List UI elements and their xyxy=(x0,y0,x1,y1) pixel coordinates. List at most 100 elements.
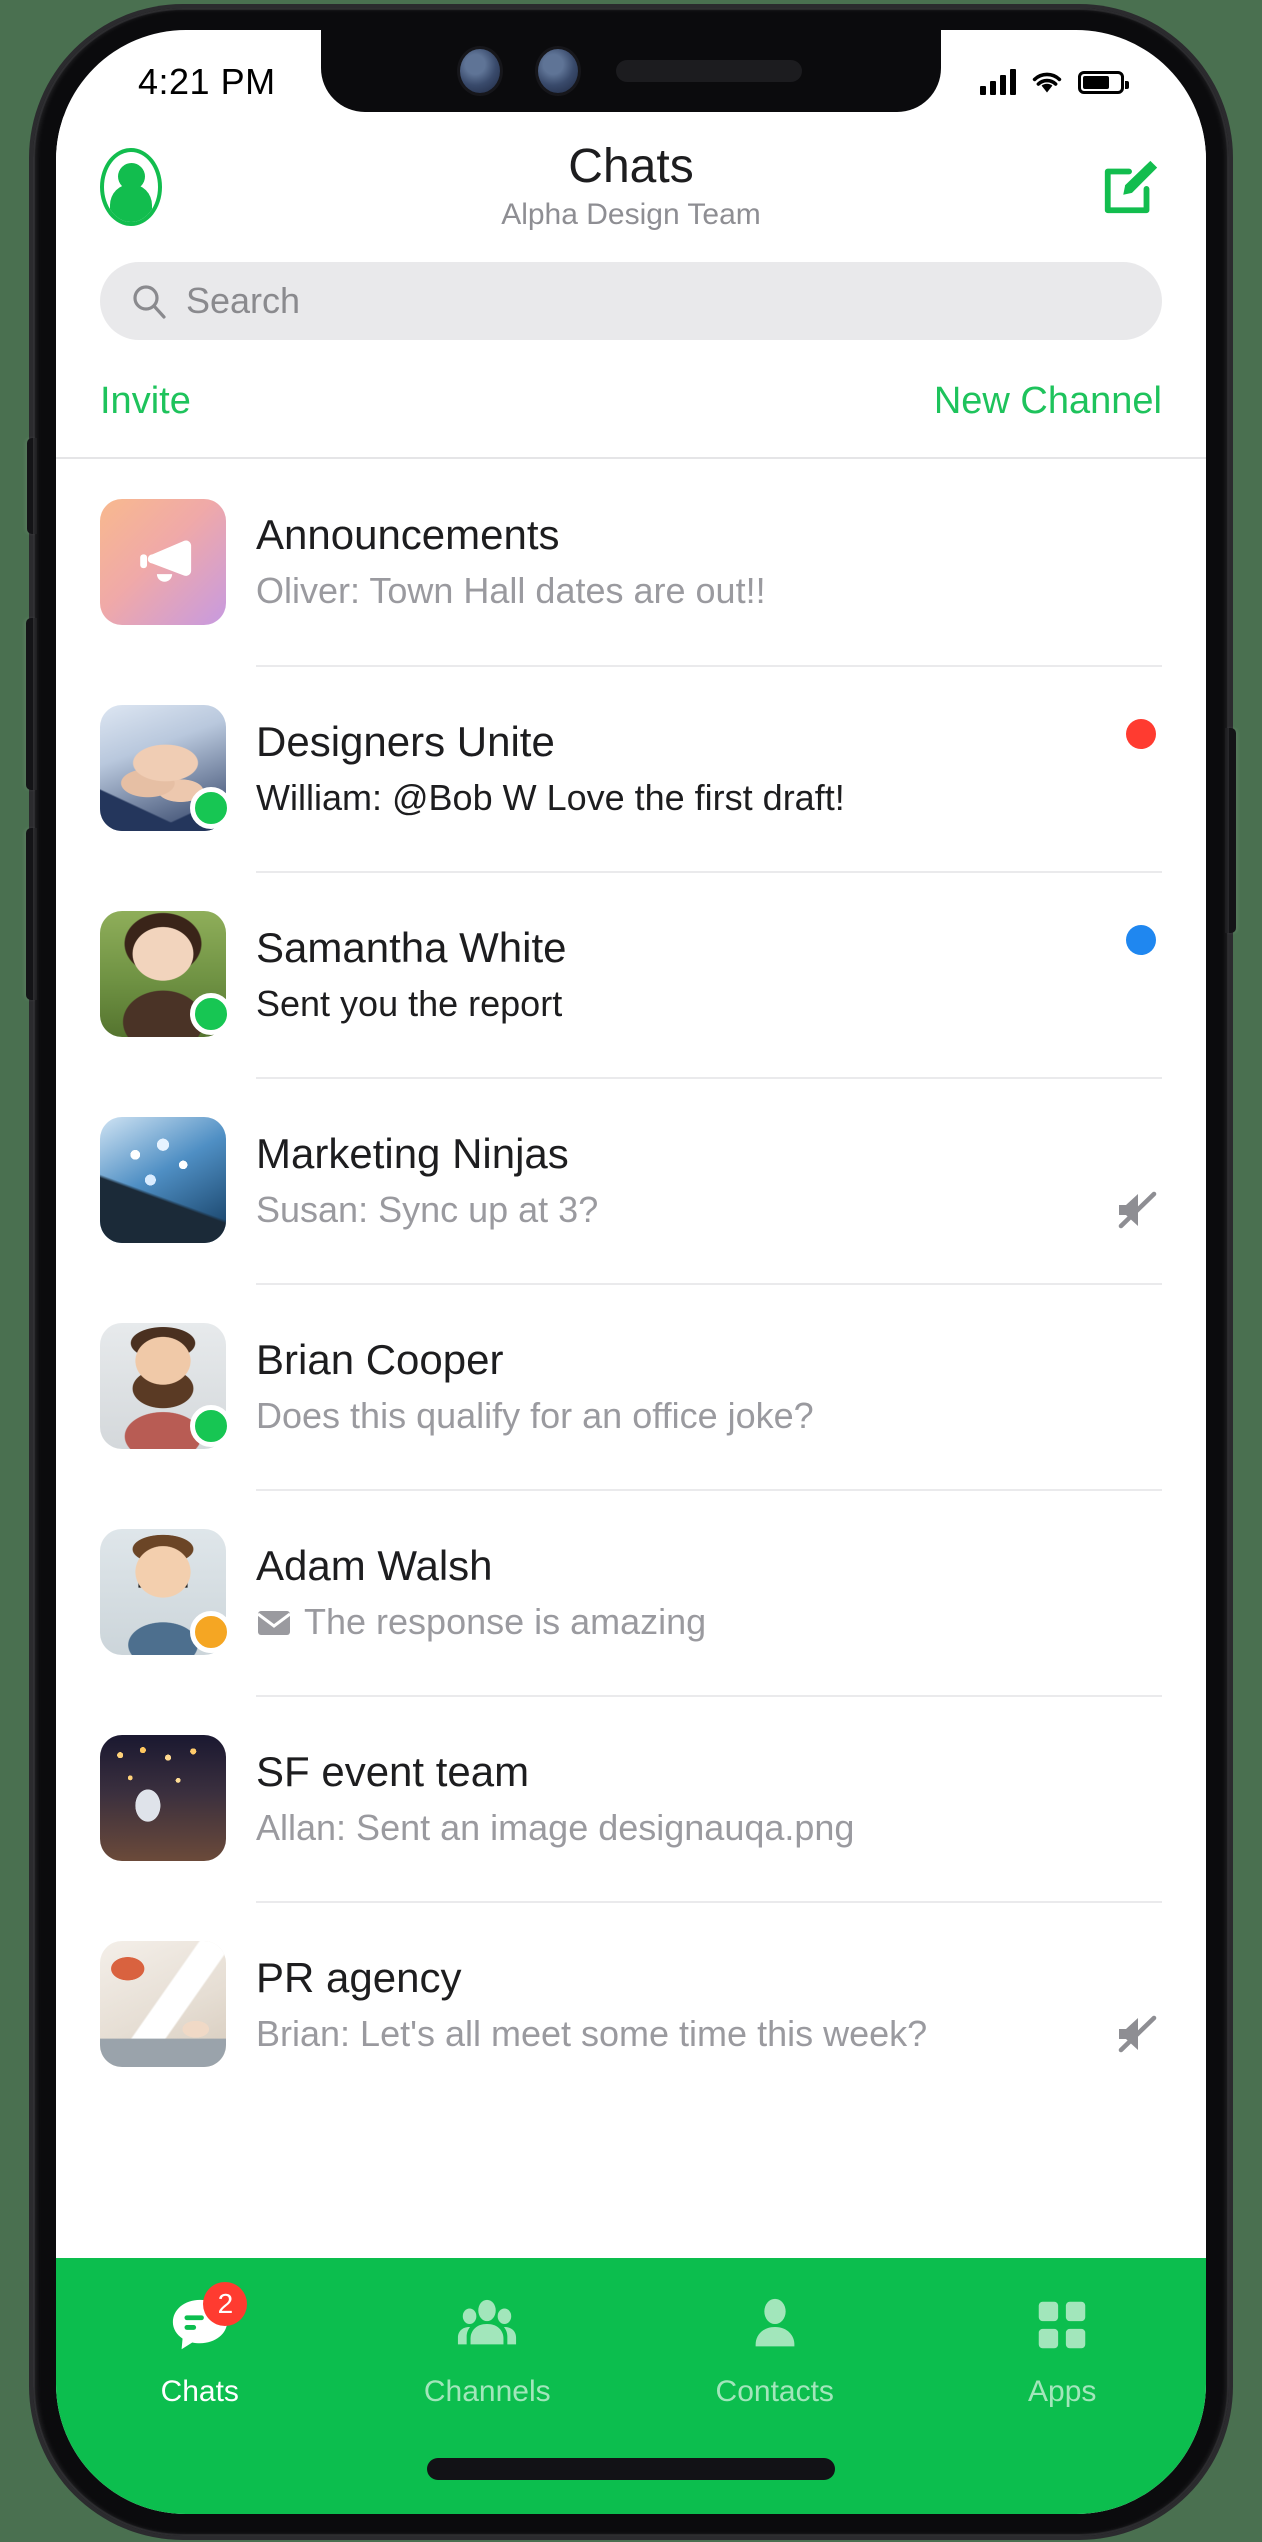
profile-avatar-icon[interactable] xyxy=(100,148,162,226)
chat-list-item[interactable]: Adam Walsh The response is amazing xyxy=(56,1489,1206,1695)
new-channel-button[interactable]: New Channel xyxy=(934,380,1162,423)
presence-dot-online xyxy=(190,993,232,1035)
phone-frame: 4:21 PM Chats Alpha Design Team Search I… xyxy=(26,8,1236,2536)
tab-label: Contacts xyxy=(715,2375,834,2408)
status-badge xyxy=(1126,719,1156,749)
mute-indicator xyxy=(1112,1186,1160,1239)
status-time: 4:21 PM xyxy=(138,61,276,102)
presence-dot-online xyxy=(190,787,232,829)
chat-item-name: Samantha White xyxy=(256,923,567,971)
chat-item-body: Brian Cooper Does this qualify for an off… xyxy=(256,1283,1162,1489)
status-icons xyxy=(980,69,1129,95)
chat-item-preview-row: Brian: Let's all meet some time this wee… xyxy=(256,2013,1162,2055)
sf-event-photo xyxy=(100,1735,226,1861)
avatar[interactable] xyxy=(100,1117,226,1243)
chat-list-item[interactable]: Announcements Oliver: Town Hall dates are… xyxy=(56,459,1206,665)
chat-item-body: Adam Walsh The response is amazing xyxy=(256,1489,1162,1695)
megaphone-icon xyxy=(100,499,226,625)
avatar[interactable] xyxy=(100,1735,226,1861)
tab-icon-wrap xyxy=(744,2294,806,2361)
app-header: Chats Alpha Design Team xyxy=(56,116,1206,258)
pr-agency-photo xyxy=(100,1941,226,2067)
chat-item-preview: Allan: Sent an image designauqa.png xyxy=(256,1807,855,1849)
chat-item-preview-row: The response is amazing xyxy=(256,1601,1162,1643)
tab-icon-wrap xyxy=(1031,2294,1093,2361)
mute-switch-button[interactable] xyxy=(27,438,37,534)
volume-up-button[interactable] xyxy=(26,618,37,790)
tab-contacts[interactable]: Contacts xyxy=(631,2294,919,2409)
chat-item-preview-row: Oliver: Town Hall dates are out!! xyxy=(256,570,1162,612)
chat-item-preview: Does this qualify for an office joke? xyxy=(256,1395,814,1437)
chat-list-item[interactable]: Samantha White Sent you the report xyxy=(56,871,1206,1077)
person-icon xyxy=(755,2298,795,2347)
avatar[interactable] xyxy=(100,1941,226,2067)
chat-item-preview-row: Does this qualify for an office joke? xyxy=(256,1395,1162,1437)
chat-item-preview-row: Allan: Sent an image designauqa.png xyxy=(256,1807,1162,1849)
chat-item-preview-row: Susan: Sync up at 3? xyxy=(256,1189,1162,1231)
tab-channels[interactable]: Channels xyxy=(344,2294,632,2409)
phone-screen: 4:21 PM Chats Alpha Design Team Search I… xyxy=(56,30,1206,2514)
mute-indicator xyxy=(1112,2010,1160,2063)
people-group-icon xyxy=(458,2299,517,2345)
avatar[interactable] xyxy=(100,1529,232,1655)
chat-item-name: Designers Unite xyxy=(256,717,555,765)
chat-item-preview: Sent you the report xyxy=(256,983,563,1025)
megaphone-icon xyxy=(140,540,192,582)
volume-down-button[interactable] xyxy=(26,828,37,1000)
mute-icon xyxy=(1118,2015,1157,2053)
chat-list[interactable]: Announcements Oliver: Town Hall dates are… xyxy=(56,459,1206,2107)
search-row: Search xyxy=(56,258,1206,340)
chat-item-preview: The response is amazing xyxy=(304,1601,707,1643)
header-center: Chats Alpha Design Team xyxy=(162,139,1100,233)
status-badge xyxy=(1126,925,1156,955)
page-title: Chats xyxy=(568,139,694,193)
tab-label: Chats xyxy=(160,2375,239,2408)
presence-dot-away xyxy=(190,1611,232,1653)
chat-list-item[interactable]: Designers Unite William: @Bob W Love the … xyxy=(56,665,1206,871)
chat-list-item[interactable]: PR agency Brian: Let's all meet some time… xyxy=(56,1901,1206,2107)
page-subtitle: Alpha Design Team xyxy=(501,198,761,232)
chat-item-preview: Oliver: Town Hall dates are out!! xyxy=(256,570,766,612)
invite-button[interactable]: Invite xyxy=(100,380,191,423)
chat-item-preview: William: @Bob W Love the first draft! xyxy=(256,777,845,819)
chat-item-body: SF event team Allan: Sent an image design… xyxy=(256,1695,1162,1901)
chat-item-preview-row: Sent you the report xyxy=(256,983,1162,1025)
search-input[interactable]: Search xyxy=(100,262,1162,340)
chat-list-item[interactable]: SF event team Allan: Sent an image design… xyxy=(56,1695,1206,1901)
avatar[interactable] xyxy=(100,499,226,625)
chat-item-name: Marketing Ninjas xyxy=(256,1129,569,1177)
avatar[interactable] xyxy=(100,1323,232,1449)
signal-bars-icon xyxy=(980,69,1016,95)
tab-icon-wrap xyxy=(456,2294,518,2361)
chat-item-preview: Brian: Let's all meet some time this wee… xyxy=(256,2013,928,2055)
chat-item-body: Marketing Ninjas Susan: Sync up at 3? xyxy=(256,1077,1162,1283)
chat-list-item[interactable]: Marketing Ninjas Susan: Sync up at 3? xyxy=(56,1077,1206,1283)
chat-item-body: Samantha White Sent you the report xyxy=(256,871,1162,1077)
chat-list-item[interactable]: Brian Cooper Does this qualify for an off… xyxy=(56,1283,1206,1489)
chat-item-name: PR agency xyxy=(256,1953,462,2001)
battery-icon xyxy=(1078,70,1129,94)
chat-item-body: PR agency Brian: Let's all meet some time… xyxy=(256,1901,1162,2107)
tab-badge-count: 2 xyxy=(203,2282,248,2326)
avatar[interactable] xyxy=(100,911,232,1037)
tab-icon-wrap: 2 xyxy=(169,2282,248,2361)
chat-item-body: Announcements Oliver: Town Hall dates are… xyxy=(256,459,1162,665)
power-button[interactable] xyxy=(1225,728,1236,933)
envelope-icon xyxy=(257,1611,291,1636)
chat-item-name: Brian Cooper xyxy=(256,1335,504,1383)
avatar[interactable] xyxy=(100,705,232,831)
home-indicator[interactable] xyxy=(427,2458,835,2480)
marketing-photo xyxy=(100,1117,226,1243)
tab-chats[interactable]: 2 Chats xyxy=(56,2282,344,2409)
compose-icon[interactable] xyxy=(1100,156,1162,218)
tab-label: Channels xyxy=(423,2375,551,2408)
search-icon xyxy=(133,285,166,319)
tab-label: Apps xyxy=(1028,2375,1097,2408)
action-row: Invite New Channel xyxy=(56,340,1206,459)
tab-apps[interactable]: Apps xyxy=(919,2294,1207,2409)
chat-item-name: Announcements xyxy=(256,510,560,558)
wifi-icon xyxy=(1032,72,1062,93)
chat-item-name: SF event team xyxy=(256,1747,530,1795)
chat-item-preview-row: William: @Bob W Love the first draft! xyxy=(256,777,1162,819)
chat-item-name: Adam Walsh xyxy=(256,1541,493,1589)
